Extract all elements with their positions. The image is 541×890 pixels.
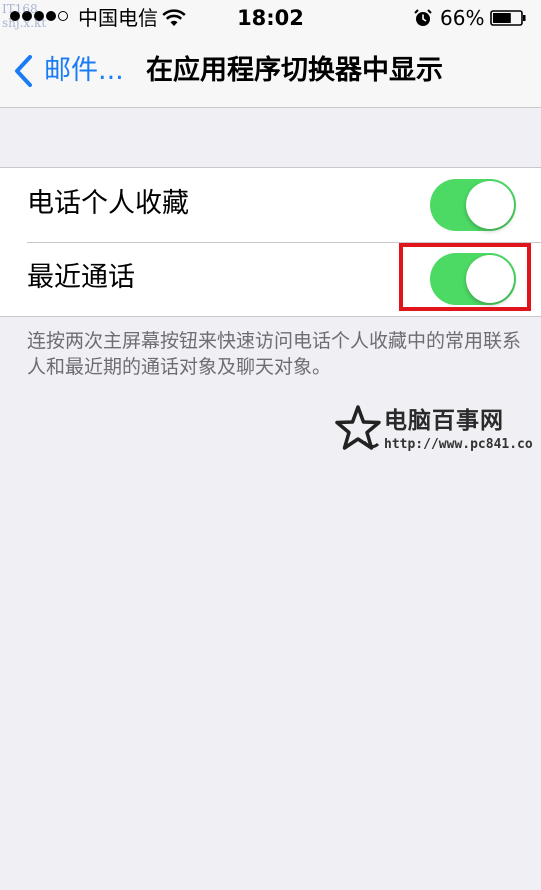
battery-percent: 66% xyxy=(440,6,485,30)
navigation-bar: 邮件... 在应用程序切换器中显示 xyxy=(0,36,541,108)
alarm-icon xyxy=(414,9,432,26)
watermark-logo: 电脑百事网 http://www.pc841.co xyxy=(334,404,534,460)
favorites-toggle[interactable] xyxy=(430,179,516,231)
highlight-annotation-box xyxy=(399,243,531,311)
watermark-brand: 电脑百事网 xyxy=(384,408,504,434)
back-button[interactable]: 邮件... xyxy=(12,54,124,88)
footer-description: 连按两次主屏幕按钮来快速访问电话个人收藏中的常用联系人和最近期的通话对象及聊天对… xyxy=(27,330,522,378)
star-logo-icon xyxy=(335,405,381,450)
back-button-label: 邮件... xyxy=(44,55,124,86)
watermark-url: http://www.pc841.co xyxy=(384,437,533,452)
chevron-left-icon xyxy=(15,55,32,87)
watermark-top-line1: IT168 xyxy=(2,2,38,16)
watermark-top: IT168 shj.x.kt xyxy=(2,2,46,30)
toggle-knob xyxy=(466,181,514,229)
settings-row-label: 电话个人收藏 xyxy=(27,188,189,219)
settings-row-label: 最近通话 xyxy=(27,262,135,293)
settings-row-favorites: 电话个人收藏 xyxy=(0,168,541,242)
page-title: 在应用程序切换器中显示 xyxy=(146,55,443,86)
status-bar: 中国电信 18:02 66% xyxy=(0,0,541,36)
battery-icon xyxy=(490,10,526,26)
watermark-top-line2: shj.x.kt xyxy=(2,16,47,30)
